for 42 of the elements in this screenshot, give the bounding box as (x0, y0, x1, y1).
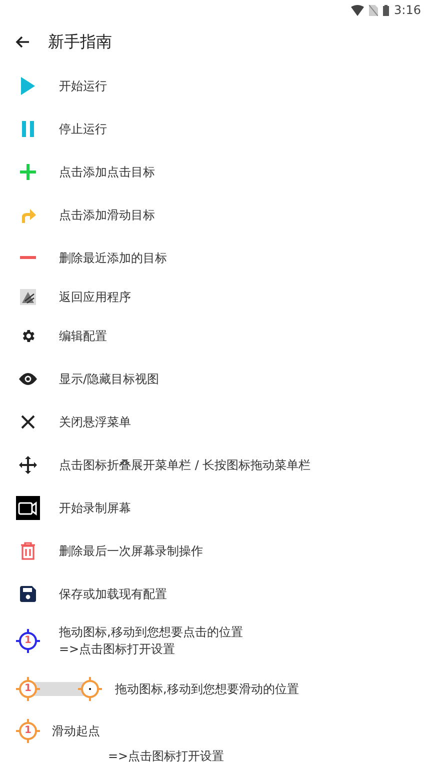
save-icon (20, 586, 36, 602)
guide-text: 拖动图标,移动到您想要点击的位置 (59, 624, 243, 641)
guide-text: 删除最后一次屏幕录制操作 (59, 542, 203, 560)
guide-text: 编辑配置 (59, 328, 107, 345)
guide-text: 停止运行 (59, 120, 107, 138)
guide-text: 开始录制屏幕 (59, 500, 131, 516)
guide-text: 显示/隐藏目标视图 (59, 370, 160, 388)
move-icon (19, 456, 37, 474)
back-arrow-icon (15, 36, 29, 48)
app-icon (20, 289, 36, 305)
crosshair-target-icon: 1 (16, 677, 40, 701)
eye-icon (19, 372, 37, 384)
close-icon (21, 414, 35, 428)
guide-text: 滑动起点 (52, 723, 100, 740)
guide-text: 拖动图标,移动到您想要滑动的位置 (115, 681, 299, 698)
guide-text: 点击添加滑动目标 (59, 206, 155, 224)
curved-arrow-icon (20, 206, 36, 222)
settings-icon (20, 328, 36, 344)
trash-icon (20, 542, 36, 560)
page-title: 新手指南 (48, 31, 112, 53)
crosshair-target-icon: 1 (16, 719, 40, 743)
crosshair-target-icon: 1 (16, 629, 40, 653)
status-time: 3:16 (394, 2, 421, 19)
no-sim-icon (369, 4, 378, 16)
guide-text: =>点击图标打开设置 (108, 748, 226, 762)
pause-icon (22, 120, 34, 136)
crosshair-target-icon (78, 677, 102, 701)
minus-icon (20, 256, 36, 260)
guide-text: =>点击图标打开设置 (59, 641, 176, 658)
wifi-icon (351, 4, 364, 16)
video-camera-icon (16, 496, 40, 520)
guide-text: 删除最近添加的目标 (59, 250, 167, 266)
guide-text: 保存或加载现有配置 (59, 586, 167, 602)
play-icon (21, 76, 35, 94)
guide-text: 点击图标折叠展开菜单栏 / 长按图标拖动菜单栏 (59, 456, 311, 474)
plus-icon (20, 164, 36, 180)
guide-text: 返回应用程序 (59, 289, 131, 306)
back-button[interactable] (14, 34, 30, 50)
guide-text: 开始运行 (59, 78, 107, 94)
guide-text: 关闭悬浮菜单 (59, 414, 131, 430)
battery-icon (383, 4, 390, 16)
guide-text: 点击添加点击目标 (59, 164, 155, 180)
